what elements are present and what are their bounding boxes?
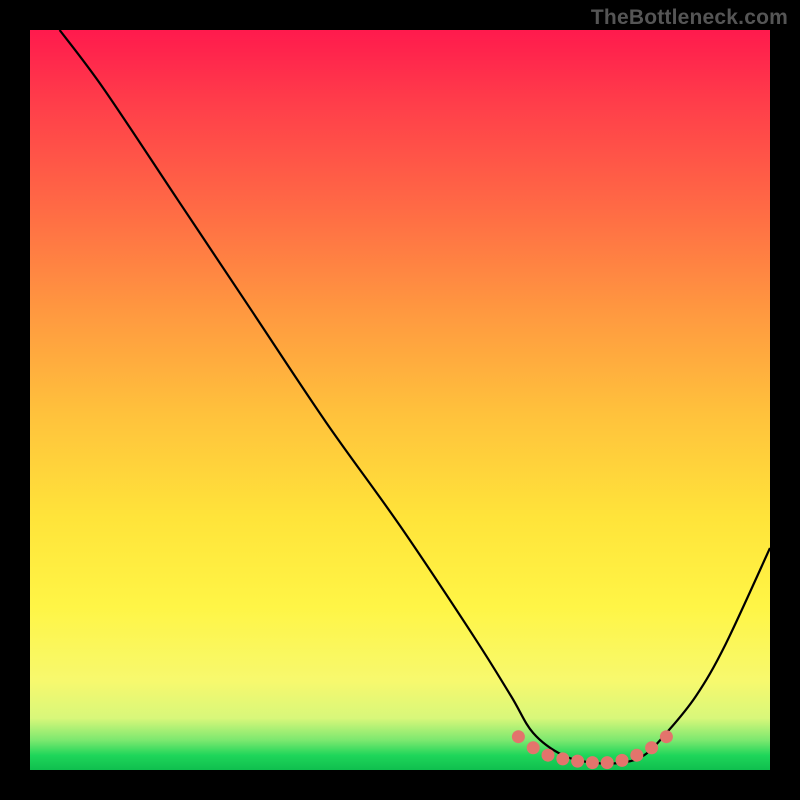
watermark-text: TheBottleneck.com bbox=[591, 6, 788, 30]
chart-container bbox=[30, 30, 770, 770]
chart-gradient-background bbox=[30, 30, 770, 770]
image-frame: TheBottleneck.com bbox=[0, 0, 800, 800]
